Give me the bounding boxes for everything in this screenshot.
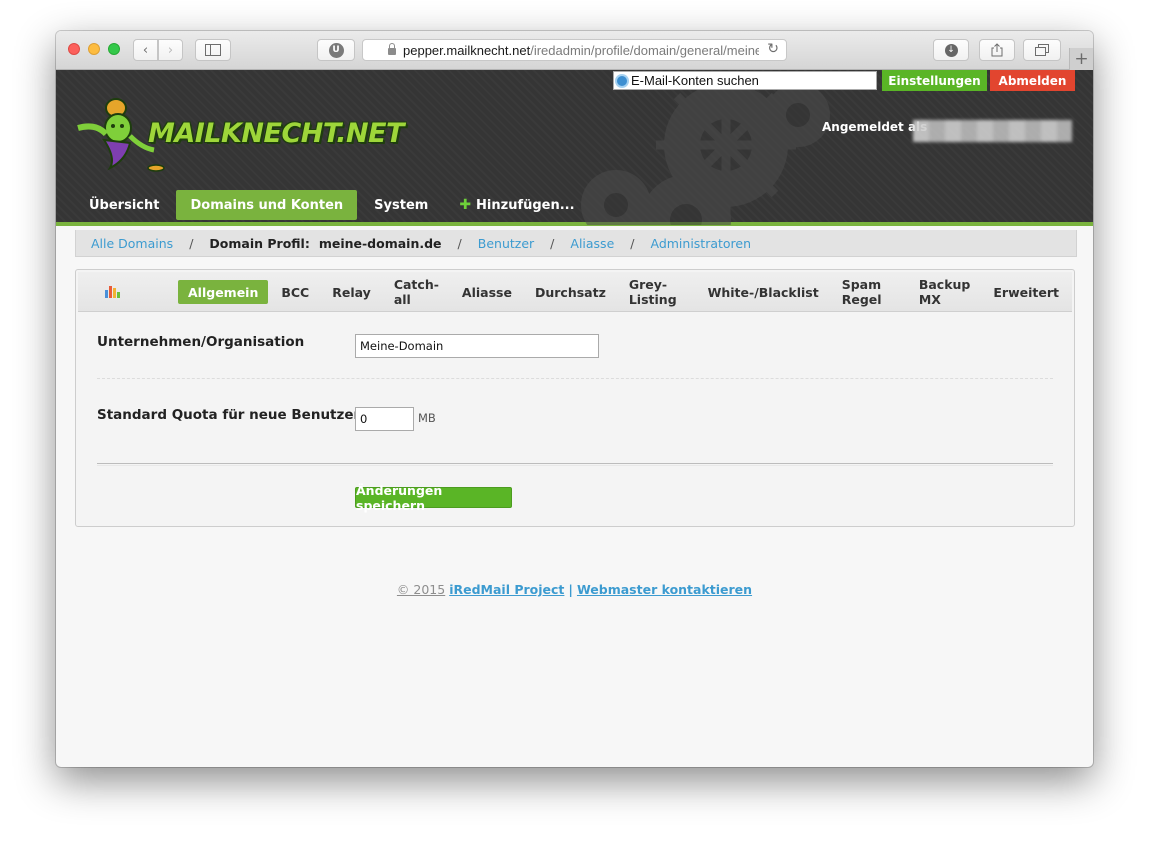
- new-tab-button[interactable]: +: [1069, 48, 1093, 70]
- search-placeholder: E-Mail-Konten suchen: [631, 73, 759, 88]
- footer-iredmail-link[interactable]: iRedMail Project: [449, 582, 564, 597]
- breadcrumb-domain-name: meine-domain.de: [318, 235, 442, 251]
- tabs-icon: [1035, 44, 1049, 56]
- footer-contact-link[interactable]: Webmaster kontaktieren: [577, 582, 752, 597]
- breadcrumb-admins[interactable]: Administratoren: [650, 236, 751, 251]
- profile-tab-bar: Allgemein BCC Relay Catch-all Aliasse Du…: [78, 272, 1072, 312]
- sidebar-toggle-button[interactable]: [195, 39, 231, 61]
- logged-in-label: Angemeldet als: [822, 120, 928, 134]
- lock-icon: [388, 43, 396, 55]
- close-window-button[interactable]: [68, 43, 80, 55]
- nav-system[interactable]: System: [360, 190, 442, 220]
- gears-decoration-icon: [581, 75, 830, 225]
- url-path: /iredadmin/profile/domain/general/meine-…: [530, 42, 759, 58]
- breadcrumb-separator: /: [457, 235, 462, 251]
- browser-toolbar: ‹ › U pepper.mailknecht.net/iredadmin/pr…: [56, 31, 1093, 70]
- bar-chart-icon: [105, 284, 121, 298]
- breadcrumb: Alle Domains / Domain Profil: meine-doma…: [75, 230, 1077, 257]
- nav-overview[interactable]: Übersicht: [75, 190, 173, 220]
- chevron-right-icon: ›: [167, 42, 174, 58]
- breadcrumb-domain-profile: Domain Profil:: [209, 235, 310, 251]
- search-input[interactable]: E-Mail-Konten suchen: [613, 71, 877, 90]
- footer-divider: |: [568, 582, 573, 597]
- address-bar[interactable]: pepper.mailknecht.net/iredadmin/profile/…: [362, 39, 787, 61]
- tab-spam-rule[interactable]: Spam Regel: [832, 277, 906, 307]
- tab-bcc[interactable]: BCC: [271, 280, 319, 304]
- sidebar-icon: [205, 44, 221, 56]
- save-changes-button[interactable]: Änderungen speichern: [355, 483, 512, 513]
- breadcrumb-separator: /: [550, 235, 555, 251]
- breadcrumb-separator: /: [630, 235, 635, 251]
- plus-icon: ✚: [459, 197, 472, 213]
- tab-relay[interactable]: Relay: [322, 280, 381, 304]
- tab-aliases[interactable]: Aliasse: [452, 280, 522, 304]
- page-footer: © 2015 iRedMail Project | Webmaster kont…: [56, 582, 1093, 597]
- share-button[interactable]: [979, 39, 1015, 61]
- organization-input[interactable]: Meine-Domain: [355, 334, 599, 358]
- tab-catch-all[interactable]: Catch-all: [384, 277, 449, 307]
- breadcrumb-separator: /: [189, 235, 194, 251]
- show-tabs-button[interactable]: [1023, 39, 1061, 61]
- footer-copyright[interactable]: © 2015: [397, 582, 445, 597]
- organization-label: Unternehmen/Organisation: [97, 334, 305, 350]
- tab-general[interactable]: Allgemein: [178, 280, 269, 304]
- minimize-window-button[interactable]: [88, 43, 100, 55]
- url-text: pepper.mailknecht.net/iredadmin/profile/…: [403, 43, 759, 58]
- share-icon: [991, 43, 1003, 57]
- browser-window: ‹ › U pepper.mailknecht.net/iredadmin/pr…: [56, 31, 1093, 767]
- mailknecht-logo[interactable]: MAILKNECHT.NET: [76, 88, 404, 176]
- tab-throughput[interactable]: Durchsatz: [525, 280, 616, 304]
- chevron-left-icon: ‹: [142, 42, 149, 58]
- logout-button[interactable]: Abmelden: [990, 70, 1075, 91]
- breadcrumb-all-domains[interactable]: Alle Domains: [91, 236, 173, 251]
- url-host: pepper.mailknecht.net: [403, 42, 531, 58]
- tab-backup-mx[interactable]: Backup MX: [909, 277, 981, 307]
- tab-advanced[interactable]: Erweitert: [983, 280, 1069, 304]
- downloads-button[interactable]: ↓: [933, 39, 969, 61]
- main-navigation: Übersicht Domains und Konten System ✚ Hi…: [75, 190, 592, 220]
- profile-tabs: Allgemein BCC Relay Catch-all Aliasse Du…: [178, 277, 1072, 307]
- default-quota-label: Standard Quota für neue Benutzer: [97, 407, 361, 423]
- breadcrumb-aliases[interactable]: Aliasse: [570, 236, 614, 251]
- ublock-icon: U: [328, 42, 344, 58]
- divider: [97, 378, 1053, 379]
- nav-domains-accounts[interactable]: Domains und Konten: [176, 190, 358, 220]
- logo-text: MAILKNECHT.NET: [148, 118, 404, 149]
- domain-profile-panel: Allgemein BCC Relay Catch-all Aliasse Du…: [75, 269, 1075, 527]
- default-quota-input[interactable]: 0: [355, 407, 414, 431]
- quota-unit: MB: [418, 411, 436, 425]
- site-header: E-Mail-Konten suchen Einstellungen Abmel…: [56, 70, 1093, 226]
- settings-button[interactable]: Einstellungen: [882, 70, 987, 91]
- nav-add-label: Hinzufügen...: [476, 197, 575, 213]
- extension-button[interactable]: U: [317, 39, 355, 61]
- breadcrumb-users[interactable]: Benutzer: [478, 236, 534, 251]
- search-icon: [615, 73, 629, 88]
- nav-add[interactable]: ✚ Hinzufügen...: [445, 190, 588, 220]
- blurred-username: [913, 120, 1072, 142]
- tab-white-blacklist[interactable]: White-/Blacklist: [698, 280, 829, 304]
- plus-icon: +: [1074, 49, 1089, 69]
- tab-greylisting[interactable]: Grey-Listing: [619, 277, 695, 307]
- maximize-window-button[interactable]: [108, 43, 120, 55]
- back-button[interactable]: ‹: [133, 39, 158, 61]
- reload-icon[interactable]: ↻: [767, 41, 779, 57]
- forward-button[interactable]: ›: [158, 39, 183, 61]
- divider: [97, 463, 1053, 466]
- download-icon: ↓: [944, 43, 958, 57]
